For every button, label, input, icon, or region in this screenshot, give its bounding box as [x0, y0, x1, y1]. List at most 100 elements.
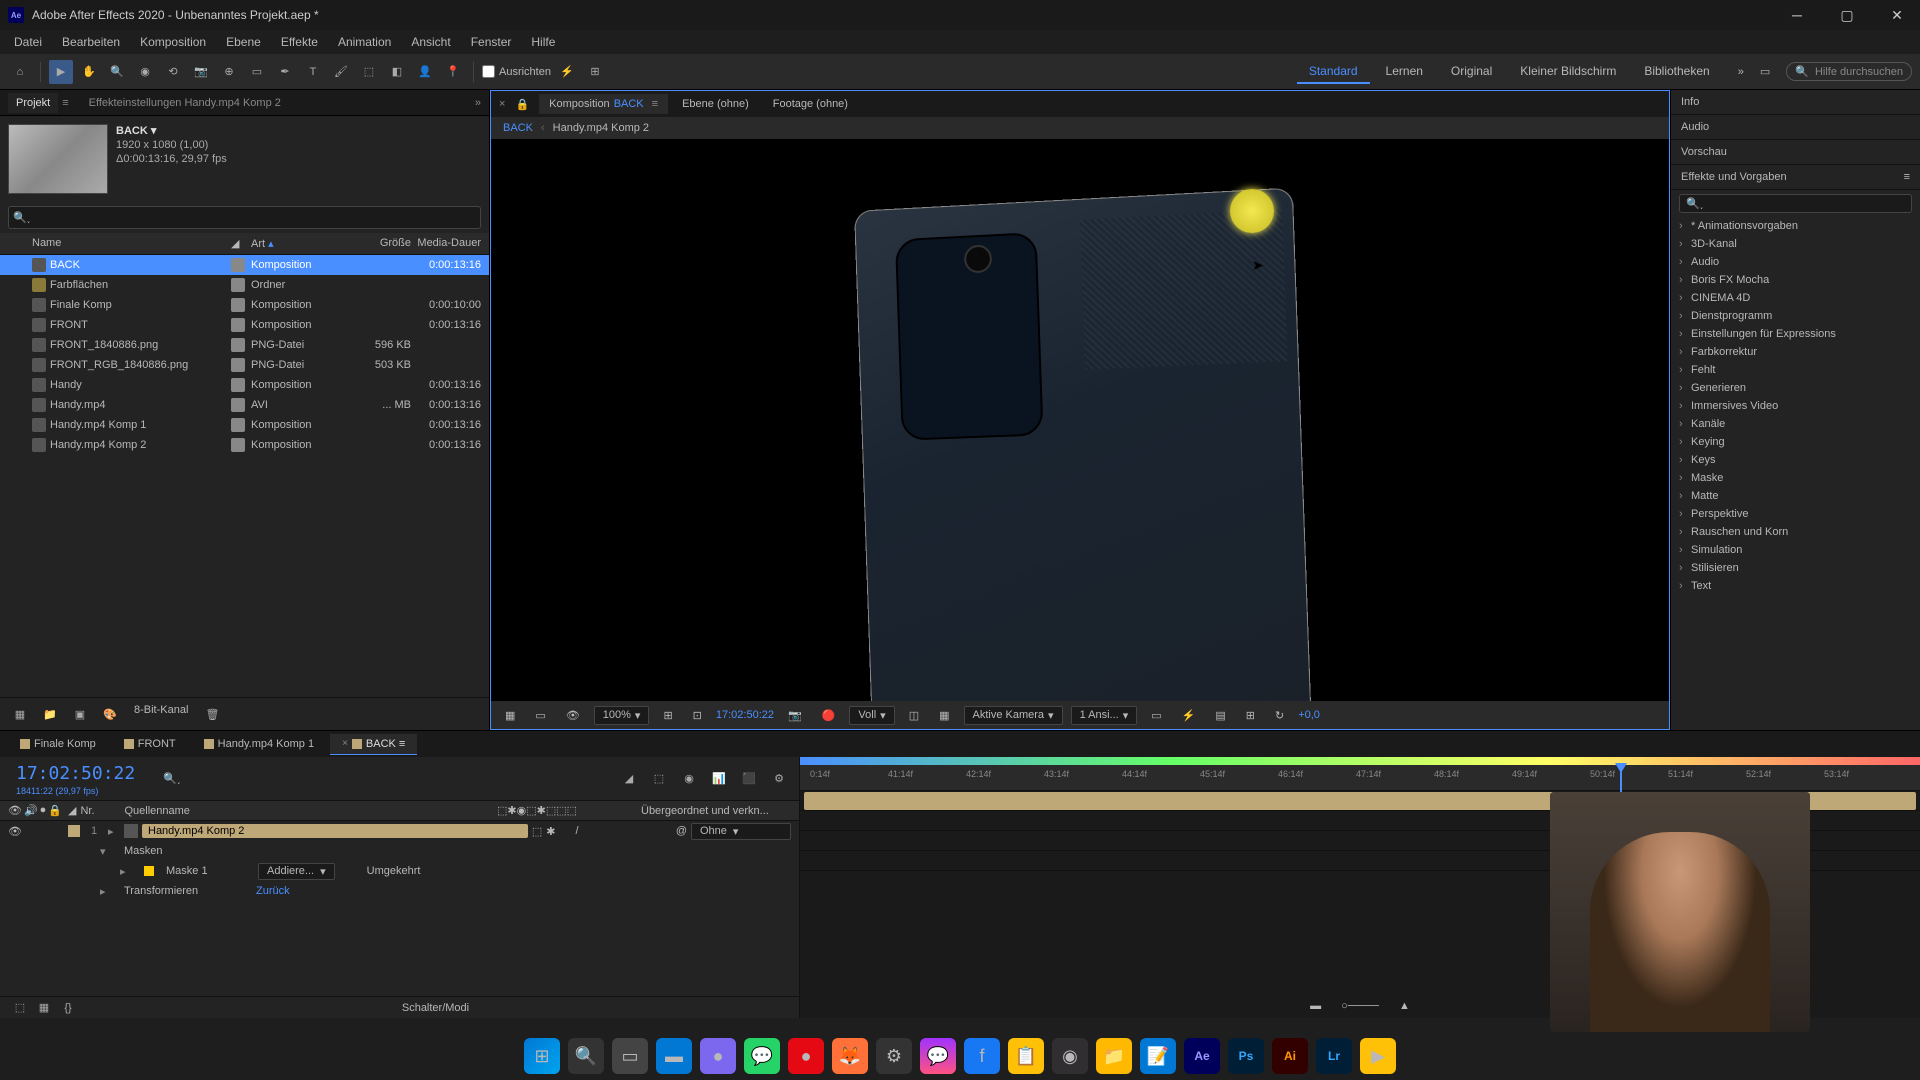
orbit-tool[interactable]: ◉: [133, 60, 157, 84]
menu-animation[interactable]: Animation: [328, 31, 401, 53]
clone-tool[interactable]: ⬚: [357, 60, 381, 84]
transparency-toggle[interactable]: ▦: [933, 707, 955, 724]
effect-category[interactable]: Maske: [1671, 469, 1920, 487]
color-settings-button[interactable]: 🎨: [98, 702, 122, 726]
task-view-button[interactable]: ▭: [612, 1038, 648, 1074]
pen-tool[interactable]: ✒: [273, 60, 297, 84]
project-item[interactable]: HandyKomposition0:00:13:16: [0, 375, 489, 395]
toggle-switches-button[interactable]: ⬚: [8, 996, 32, 1020]
reset-exposure[interactable]: ↻: [1269, 707, 1290, 724]
transform-reset-button[interactable]: Zurück: [256, 885, 290, 897]
menu-komposition[interactable]: Komposition: [130, 31, 216, 53]
rotate-tool[interactable]: ⟲: [161, 60, 185, 84]
layer-expand-toggle[interactable]: ▸: [108, 825, 120, 838]
project-item[interactable]: FarbflächenOrdner: [0, 275, 489, 295]
taskbar-obs[interactable]: ◉: [1052, 1038, 1088, 1074]
bit-depth-label[interactable]: 8-Bit-Kanal: [128, 702, 194, 726]
snap-options[interactable]: ⚡: [555, 60, 579, 84]
layer-switch-collapse[interactable]: ✱: [546, 825, 555, 838]
effect-category[interactable]: Dienstprogramm: [1671, 307, 1920, 325]
workspace-bibliotheken[interactable]: Bibliotheken: [1632, 60, 1721, 84]
masks-group[interactable]: ▾ Masken: [0, 841, 799, 861]
motion-blur-toggle[interactable]: ◉: [677, 767, 701, 791]
snap-checkbox[interactable]: [482, 65, 495, 78]
comp-tab[interactable]: Ebene (ohne): [672, 94, 759, 114]
panel-info[interactable]: Info: [1671, 90, 1920, 115]
effect-category[interactable]: Boris FX Mocha: [1671, 271, 1920, 289]
effect-category[interactable]: Einstellungen für Expressions: [1671, 325, 1920, 343]
layer-label-color[interactable]: [68, 825, 80, 837]
taskbar-search[interactable]: 🔍: [568, 1038, 604, 1074]
workspace-lernen[interactable]: Lernen: [1374, 60, 1435, 84]
effect-category[interactable]: Immersives Video: [1671, 397, 1920, 415]
project-tab[interactable]: Projekt: [8, 93, 58, 113]
exposure-value[interactable]: +0,0: [1298, 709, 1320, 721]
render-toggle[interactable]: ⚙: [767, 767, 791, 791]
effects-search-input[interactable]: 🔍˯: [1679, 194, 1912, 213]
interpret-footage-button[interactable]: ▦: [8, 702, 32, 726]
taskbar-app[interactable]: ●: [700, 1038, 736, 1074]
roi-toggle[interactable]: ◫: [903, 707, 925, 724]
fast-preview-toggle[interactable]: ⚡: [1176, 707, 1202, 724]
mask-inverted-label[interactable]: Umgekehrt: [367, 865, 421, 877]
menu-ansicht[interactable]: Ansicht: [401, 31, 460, 53]
effect-category[interactable]: Keys: [1671, 451, 1920, 469]
layer-name[interactable]: Handy.mp4 Komp 2: [142, 824, 528, 838]
effects-presets-header[interactable]: Effekte und Vorgaben≡: [1671, 165, 1920, 190]
workspace-menu-icon[interactable]: ▭: [1760, 65, 1770, 78]
views-select[interactable]: 1 Ansi... ▾: [1071, 706, 1138, 725]
viewer-timecode[interactable]: 17:02:50:22: [716, 709, 774, 721]
timeline-tab[interactable]: FRONT: [112, 734, 188, 754]
taskbar-app[interactable]: ▶: [1360, 1038, 1396, 1074]
col-name-header[interactable]: Name: [24, 237, 231, 250]
zoom-in-icon[interactable]: ▲: [1399, 1000, 1410, 1012]
home-tool[interactable]: ⌂: [8, 60, 32, 84]
delete-button[interactable]: 🗑: [200, 702, 224, 726]
effect-category[interactable]: Generieren: [1671, 379, 1920, 397]
zoom-slider[interactable]: ○────: [1341, 1000, 1379, 1012]
effect-category[interactable]: Keying: [1671, 433, 1920, 451]
draft-3d-toggle[interactable]: ⬛: [737, 767, 761, 791]
comp-lock-icon[interactable]: 🔒: [515, 98, 529, 111]
workspace-original[interactable]: Original: [1439, 60, 1504, 84]
taskbar-aftereffects[interactable]: Ae: [1184, 1038, 1220, 1074]
project-search-input[interactable]: 🔍˯: [8, 206, 481, 229]
channel-toggle[interactable]: ▭: [529, 707, 551, 724]
close-button[interactable]: ✕: [1882, 7, 1912, 24]
switches-modes-label[interactable]: Schalter/Modi: [80, 1002, 791, 1014]
breadcrumb-root[interactable]: BACK: [503, 122, 533, 134]
start-button[interactable]: ⊞: [524, 1038, 560, 1074]
composition-viewport[interactable]: ➤: [491, 139, 1669, 701]
grid-toggle[interactable]: ⊞: [657, 707, 678, 724]
effect-category[interactable]: 3D-Kanal: [1671, 235, 1920, 253]
mask-mode-dropdown[interactable]: Addiere...▾: [258, 863, 335, 880]
taskbar-firefox[interactable]: 🦊: [832, 1038, 868, 1074]
zoom-out-icon[interactable]: ▬: [1310, 1000, 1321, 1012]
timeline-tab[interactable]: Handy.mp4 Komp 1: [192, 734, 326, 754]
mask-color[interactable]: [144, 866, 154, 876]
time-ruler[interactable]: 0:14f41:14f42:14f43:14f44:14f45:14f46:14…: [800, 757, 1920, 791]
effect-category[interactable]: Simulation: [1671, 541, 1920, 559]
effect-category[interactable]: Matte: [1671, 487, 1920, 505]
alpha-toggle[interactable]: ▦: [499, 707, 521, 724]
timeline-search[interactable]: 🔍˯: [163, 772, 180, 785]
panel-vorschau[interactable]: Vorschau: [1671, 140, 1920, 165]
frame-blend-toggle[interactable]: ⬚: [647, 767, 671, 791]
effect-category[interactable]: * Animationsvorgaben: [1671, 217, 1920, 235]
taskbar-photoshop[interactable]: Ps: [1228, 1038, 1264, 1074]
parent-pickwhip[interactable]: @: [676, 825, 687, 837]
effect-category[interactable]: Stilisieren: [1671, 559, 1920, 577]
layer-row-1[interactable]: 👁 1 ▸ Handy.mp4 Komp 2 ⬚ ✱ / @ Ohne ▾: [0, 821, 799, 841]
effect-category[interactable]: Rauschen und Korn: [1671, 523, 1920, 541]
breadcrumb-current[interactable]: Handy.mp4 Komp 2: [553, 122, 649, 134]
menu-datei[interactable]: Datei: [4, 31, 52, 53]
col-duration-header[interactable]: Media-Dauer: [411, 237, 481, 250]
resolution-select[interactable]: Voll ▾: [849, 706, 894, 725]
text-tool[interactable]: T: [301, 60, 325, 84]
show-channel[interactable]: 🔴: [816, 707, 842, 724]
puppet-tool[interactable]: 📍: [441, 60, 465, 84]
comp-tab[interactable]: Footage (ohne): [763, 94, 858, 114]
zoom-select[interactable]: 100% ▾: [594, 706, 650, 725]
taskbar-messenger[interactable]: 💬: [920, 1038, 956, 1074]
graph-editor-button[interactable]: 📊: [707, 767, 731, 791]
